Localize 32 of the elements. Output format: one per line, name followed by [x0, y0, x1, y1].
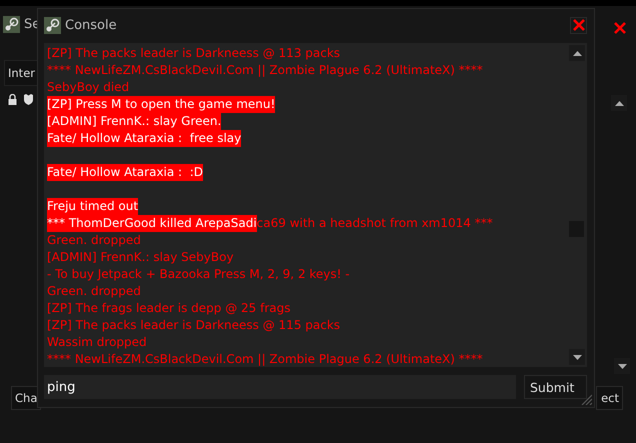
- log-line: [ZP] The frags leader is depp @ 25 frags: [47, 300, 291, 317]
- log-line: [ZP] The packs leader is Darkneess @ 115 packs: [47, 317, 340, 334]
- log-line: [ADMIN] FrennK.: slay SebyBoy: [47, 249, 234, 266]
- log-line: [ZP] The packs leader is Darkneess @ 113 packs: [47, 45, 340, 62]
- scroll-up-button[interactable]: [611, 95, 627, 111]
- log-line: Wassim dropped: [47, 334, 147, 351]
- log-line: ca69 with a headshot from xm1014 ***: [256, 215, 493, 232]
- up-triangle-icon: [614, 100, 624, 106]
- window-title: Console: [65, 18, 117, 32]
- down-triangle-icon: [572, 354, 582, 360]
- close-button[interactable]: [570, 16, 587, 34]
- log-line: **** NewLifeZM.CsBlackDevil.Com || Zombie Plague 6.2 (UltimateX) ****: [47, 351, 483, 368]
- log-line: **** NewLifeZM.CsBlackDevil.Com || Zombie Plague 6.2 (UltimateX) ****: [47, 62, 483, 79]
- up-triangle-icon: [572, 50, 582, 56]
- log-line: SebyBoy died: [47, 79, 130, 96]
- shield-icon: [24, 94, 33, 105]
- close-button[interactable]: [612, 20, 628, 36]
- submit-button[interactable]: Submit: [524, 375, 587, 399]
- tab[interactable]: Inter: [4, 60, 39, 86]
- button[interactable]: ect: [596, 386, 623, 410]
- scroll-up-button[interactable]: [569, 45, 585, 61]
- command-field[interactable]: ping: [44, 375, 516, 399]
- steam-icon: [3, 16, 20, 33]
- scroll-down-button[interactable]: [569, 349, 585, 365]
- log-line: - To buy Jetpack + Bazooka Press M, 2, 9, 2 keys! -: [47, 266, 350, 283]
- steam-icon: [44, 16, 61, 34]
- log-line: Green. dropped: [47, 283, 141, 300]
- lock-icon: [8, 94, 17, 105]
- scroll-down-button[interactable]: [614, 358, 630, 374]
- resize-grip-icon[interactable]: [580, 393, 592, 405]
- down-triangle-icon: [618, 364, 626, 368]
- log-line: Green. dropped: [47, 232, 141, 249]
